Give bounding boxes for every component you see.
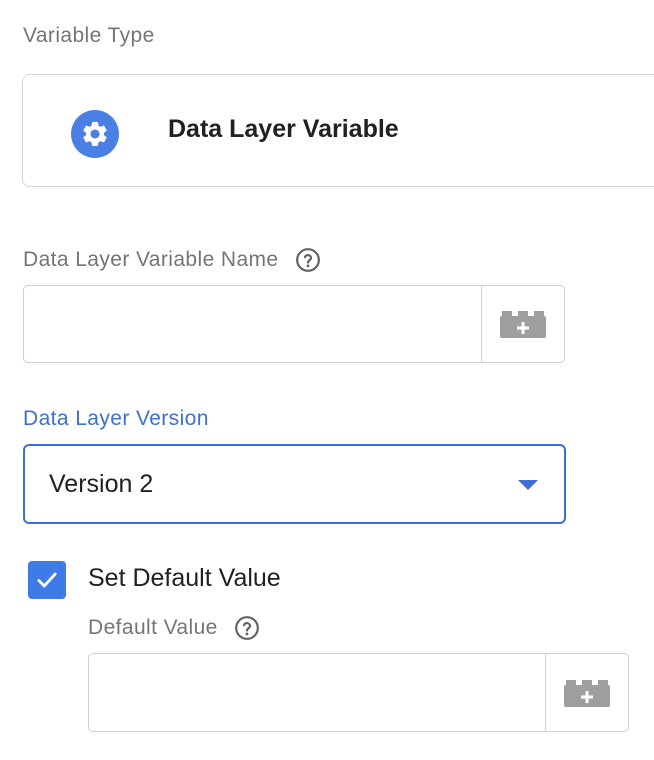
variable-brick-icon[interactable] [481, 286, 564, 362]
variable-type-card[interactable]: Data Layer Variable [22, 74, 654, 187]
variable-name-input[interactable] [24, 286, 481, 362]
default-value-label-row: Default Value [88, 615, 260, 641]
default-value-input-group [88, 653, 629, 732]
version-label: Data Layer Version [23, 407, 209, 430]
default-value-label: Default Value [88, 616, 218, 639]
variable-type-label: Variable Type [23, 24, 155, 47]
variable-configuration-panel: Variable Type Data Layer Variable Data L… [0, 0, 654, 760]
dropdown-arrow-icon [518, 480, 538, 490]
set-default-value-checkbox[interactable] [28, 561, 66, 599]
checkmark-icon [37, 572, 57, 588]
help-circle-icon[interactable] [295, 247, 321, 273]
variable-name-input-group [23, 285, 565, 363]
variable-type-name: Data Layer Variable [168, 115, 399, 143]
variable-brick-icon[interactable] [545, 654, 628, 731]
default-value-input[interactable] [89, 654, 545, 731]
version-select[interactable]: Version 2 [23, 444, 566, 524]
variable-name-label-row: Data Layer Variable Name [23, 247, 321, 273]
variable-name-label: Data Layer Variable Name [23, 248, 279, 271]
help-circle-icon[interactable] [234, 615, 260, 641]
set-default-value-label[interactable]: Set Default Value [88, 564, 281, 593]
gear-icon [71, 110, 119, 158]
version-selected-value: Version 2 [49, 470, 154, 498]
